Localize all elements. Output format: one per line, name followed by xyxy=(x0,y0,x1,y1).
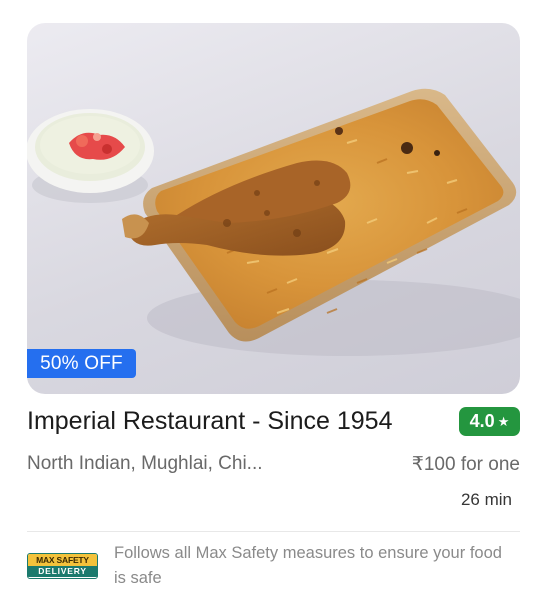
safety-message: Follows all Max Safety measures to ensur… xyxy=(114,544,502,587)
cuisine-list: North Indian, Mughlai, Chi... xyxy=(27,453,263,474)
restaurant-name[interactable]: Imperial Restaurant - Since 1954 xyxy=(27,407,392,436)
biryani-photo xyxy=(27,88,520,356)
restaurant-card[interactable]: 50% OFF Imperial Restaurant - Since 1954… xyxy=(0,0,550,610)
rating-value: 4.0 xyxy=(469,411,495,431)
safety-logo-bottom: DELIVERY xyxy=(28,566,97,577)
max-safety-delivery-logo: MAX SAFETY DELIVERY xyxy=(27,553,98,579)
star-icon: ★ xyxy=(497,414,510,429)
restaurant-food-image[interactable] xyxy=(27,23,520,394)
divider xyxy=(27,531,520,532)
rating-badge: 4.0 ★ xyxy=(459,407,520,436)
offer-badge: 50% OFF xyxy=(27,349,136,378)
safety-logo-top: MAX SAFETY xyxy=(28,554,97,566)
delivery-time: 26 min xyxy=(460,490,512,509)
price-for-one: ₹100 for one xyxy=(411,454,520,475)
